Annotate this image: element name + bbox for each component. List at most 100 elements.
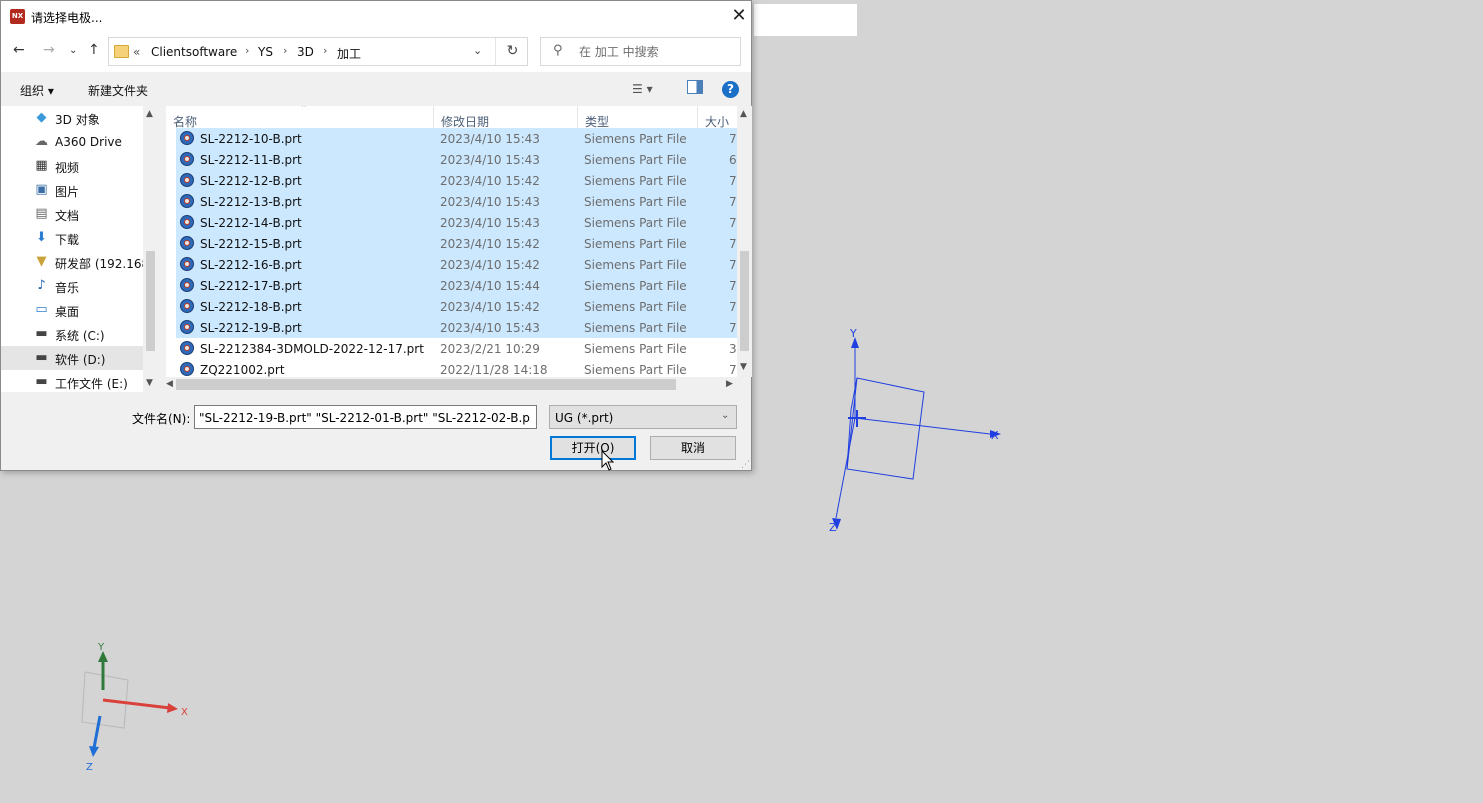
- scroll-right-icon[interactable]: ▶: [726, 379, 733, 389]
- filename-input[interactable]: "SL-2212-19-B.prt" "SL-2212-01-B.prt" "S…: [194, 405, 537, 429]
- back-arrow-icon[interactable]: ←: [13, 42, 25, 58]
- file-row[interactable]: SL-2212-11-B.prt 2023/4/10 15:43 Siemens P…: [176, 149, 737, 170]
- address-bar[interactable]: « Clientsoftware › YS › 3D › 加工 ⌄ ↻: [108, 37, 528, 66]
- search-box[interactable]: ⚲: [540, 37, 741, 66]
- file-row[interactable]: SL-2212384-3DMOLD-2022-12-17.prt 2023/2/2…: [176, 338, 737, 359]
- refresh-icon[interactable]: ↻: [495, 38, 529, 65]
- file-row[interactable]: SL-2212-18-B.prt 2023/4/10 15:42 Siemens P…: [176, 296, 737, 317]
- breadcrumb-overflow[interactable]: «: [133, 45, 140, 59]
- network-drive-icon: ▼: [36, 254, 47, 269]
- breadcrumb-separator-icon[interactable]: ›: [283, 44, 287, 57]
- pictures-icon: ▣: [35, 182, 48, 197]
- wcs-z-label: Z: [829, 521, 837, 534]
- help-icon[interactable]: ?: [722, 81, 739, 98]
- file-list-scrollbar[interactable]: ▲ ▼: [737, 106, 752, 377]
- breadcrumb-ys[interactable]: YS: [258, 45, 273, 59]
- view-options-icon[interactable]: ☰ ▾: [632, 82, 653, 96]
- sidebar-item[interactable]: ☁ A360 Drive: [1, 130, 143, 154]
- breadcrumb-separator-icon[interactable]: ›: [245, 44, 249, 57]
- scroll-left-icon[interactable]: ◀: [166, 379, 173, 389]
- horizontal-scroll-thumb[interactable]: [176, 379, 676, 390]
- new-folder-button[interactable]: 新建文件夹: [88, 82, 148, 99]
- address-dropdown-icon[interactable]: ⌄: [473, 44, 482, 57]
- file-row[interactable]: SL-2212-19-B.prt 2023/4/10 15:43 Siemens P…: [176, 317, 737, 338]
- sidebar-item-label: 系统 (C:): [55, 329, 105, 343]
- nx-part-file-icon: [180, 152, 194, 166]
- file-type: Siemens Part File: [584, 342, 687, 356]
- 3d-objects-icon: ◆: [36, 110, 47, 125]
- view-triad-x-label: X: [181, 707, 188, 718]
- sidebar-item[interactable]: ▦ 视频: [1, 154, 143, 178]
- file-type-select[interactable]: UG (*.prt) ⌄: [549, 405, 737, 429]
- navigation-pane-scrollbar[interactable]: ▲ ▼: [143, 106, 158, 392]
- file-list-scroll-thumb[interactable]: [740, 251, 749, 351]
- sidebar-item[interactable]: ▬ 软件 (D:): [1, 346, 143, 370]
- nx-part-file-icon: [180, 194, 194, 208]
- preview-pane-icon[interactable]: [687, 80, 703, 94]
- organize-menu[interactable]: 组织 ▾: [20, 82, 54, 99]
- close-icon[interactable]: ✕: [727, 3, 751, 29]
- wcs-z-axis: [835, 417, 856, 519]
- sidebar-item[interactable]: ▬ 工作文件 (E:): [1, 370, 143, 392]
- file-date: 2022/11/28 14:18: [440, 363, 548, 377]
- file-date: 2023/4/10 15:44: [440, 279, 540, 293]
- sidebar-item[interactable]: ◆ 3D 对象: [1, 106, 143, 130]
- nx-part-file-icon: [180, 257, 194, 271]
- nx-part-file-icon: [180, 341, 194, 355]
- scroll-up-icon[interactable]: ▲: [740, 109, 747, 119]
- file-row[interactable]: SL-2212-12-B.prt 2023/4/10 15:42 Siemens P…: [176, 170, 737, 191]
- file-row[interactable]: SL-2212-10-B.prt 2023/4/10 15:43 Siemens P…: [176, 128, 737, 149]
- sidebar-item[interactable]: ♪ 音乐: [1, 274, 143, 298]
- file-date: 2023/4/10 15:42: [440, 174, 540, 188]
- filename-label: 文件名(N):: [132, 412, 191, 426]
- breadcrumb-current-folder[interactable]: 加工: [337, 45, 361, 62]
- breadcrumb-separator-icon[interactable]: ›: [323, 44, 327, 57]
- file-row[interactable]: SL-2212-16-B.prt 2023/4/10 15:42 Siemens P…: [176, 254, 737, 275]
- view-triad-z-label: Z: [86, 762, 93, 773]
- file-list-horizontal-scrollbar[interactable]: ◀ ▶: [166, 377, 737, 392]
- nx-part-file-icon: [180, 173, 194, 187]
- open-button[interactable]: 打开(O): [550, 436, 636, 460]
- scroll-up-icon[interactable]: ▲: [146, 109, 153, 119]
- file-name: SL-2212-14-B.prt: [200, 216, 302, 230]
- sidebar-item-label: 桌面: [55, 305, 80, 319]
- file-name: SL-2212-17-B.prt: [200, 279, 302, 293]
- navigation-scroll-thumb[interactable]: [146, 251, 155, 351]
- file-name: SL-2212-19-B.prt: [200, 321, 302, 335]
- recent-locations-chevron-icon[interactable]: ⌄: [69, 45, 77, 56]
- file-type: Siemens Part File: [584, 258, 687, 272]
- cancel-button[interactable]: 取消: [650, 436, 736, 460]
- command-toolbar: 组织 ▾ 新建文件夹 ☰ ▾ ?: [1, 72, 751, 106]
- search-input[interactable]: [577, 42, 736, 62]
- sidebar-item[interactable]: ▭ 桌面: [1, 298, 143, 322]
- file-row[interactable]: SL-2212-13-B.prt 2023/4/10 15:43 Siemens P…: [176, 191, 737, 212]
- scroll-down-icon[interactable]: ▼: [146, 378, 153, 388]
- file-row[interactable]: SL-2212-15-B.prt 2023/4/10 15:42 Siemens P…: [176, 233, 737, 254]
- view-triad-x-axis: [102, 698, 171, 710]
- sidebar-item[interactable]: ⬇ 下载: [1, 226, 143, 250]
- scroll-down-icon[interactable]: ▼: [740, 362, 747, 372]
- sidebar-item-label: 3D 对象: [55, 113, 100, 127]
- view-triad-z-axis: [92, 715, 102, 749]
- file-name: SL-2212-15-B.prt: [200, 237, 302, 251]
- sidebar-item[interactable]: ▼ 研发部 (192.168: [1, 250, 150, 274]
- file-row[interactable]: ZQ221002.prt 2022/11/28 14:18 Siemens Part…: [176, 359, 737, 377]
- file-name: SL-2212-13-B.prt: [200, 195, 302, 209]
- video-icon: ▦: [35, 158, 48, 173]
- file-row[interactable]: SL-2212-17-B.prt 2023/4/10 15:44 Siemens P…: [176, 275, 737, 296]
- forward-arrow-icon[interactable]: →: [43, 42, 55, 58]
- resize-grip-icon[interactable]: ⋰: [741, 460, 750, 470]
- breadcrumb-3d[interactable]: 3D: [297, 45, 314, 59]
- up-arrow-icon[interactable]: ↑: [88, 42, 100, 58]
- file-date: 2023/4/10 15:43: [440, 195, 540, 209]
- wcs-x-label: X: [991, 429, 999, 442]
- sidebar-item[interactable]: ▬ 系统 (C:): [1, 322, 143, 346]
- nx-logo-icon: NX: [10, 9, 25, 24]
- file-row[interactable]: SL-2212-14-B.prt 2023/4/10 15:43 Siemens P…: [176, 212, 737, 233]
- sidebar-item-label: 音乐: [55, 281, 80, 295]
- dialog-titlebar[interactable]: NX 请选择电极... ✕: [1, 1, 751, 32]
- sidebar-item[interactable]: ▣ 图片: [1, 178, 143, 202]
- sidebar-item-label: 软件 (D:): [55, 353, 106, 367]
- breadcrumb-clientsoftware[interactable]: Clientsoftware: [151, 45, 237, 59]
- sidebar-item[interactable]: ▤ 文档: [1, 202, 143, 226]
